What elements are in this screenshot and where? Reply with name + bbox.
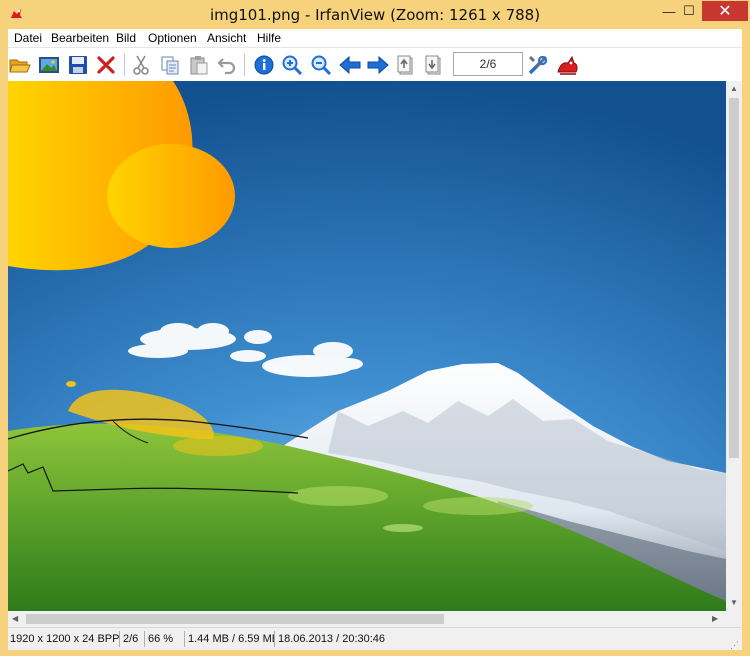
status-datetime: 18.06.2013 / 20:30:46 — [278, 633, 386, 645]
zoom-in-icon[interactable] — [280, 53, 304, 77]
status-page: 2/6 — [121, 631, 145, 647]
menu-bild[interactable]: Bild — [116, 31, 136, 45]
previous-icon[interactable] — [338, 53, 362, 77]
image-viewport[interactable] — [8, 81, 726, 611]
scroll-up-icon[interactable]: ▲ — [730, 84, 738, 93]
status-file-size: 1.44 MB / 6.59 MB — [188, 631, 275, 647]
irfanview-window: img101.png - IrfanView (Zoom: 1261 x 788… — [0, 0, 750, 656]
status-bar: 1920 x 1200 x 24 BPP 2/6 66 % 1.44 MB / … — [8, 627, 742, 650]
toolbar-separator — [124, 54, 125, 76]
maximize-button[interactable]: ☐ — [675, 1, 703, 21]
info-icon[interactable] — [252, 53, 276, 77]
open-folder-icon[interactable] — [8, 53, 32, 77]
scroll-left-icon[interactable]: ◀ — [12, 614, 18, 623]
resize-grip-icon[interactable]: ⋰ — [730, 640, 739, 651]
undo-icon[interactable] — [215, 53, 239, 77]
menu-bar: Datei Bearbeiten Bild Optionen Ansicht H… — [8, 29, 742, 47]
menu-optionen[interactable]: Optionen — [148, 31, 197, 45]
status-zoom: 66 % — [146, 631, 185, 647]
menu-hilfe[interactable]: Hilfe — [257, 31, 281, 45]
close-button[interactable]: ✕ — [702, 1, 748, 21]
menu-ansicht[interactable]: Ansicht — [207, 31, 246, 45]
settings-icon[interactable] — [526, 53, 550, 77]
scrollbar-corner — [726, 611, 742, 627]
page-up-icon[interactable] — [394, 53, 418, 77]
menu-bearbeiten[interactable]: Bearbeiten — [51, 31, 109, 45]
next-icon[interactable] — [366, 53, 390, 77]
displayed-image — [8, 81, 726, 611]
paste-icon[interactable] — [187, 53, 211, 77]
horizontal-scroll-thumb[interactable] — [26, 614, 444, 624]
scroll-down-icon[interactable]: ▼ — [730, 598, 738, 607]
toolbar-separator — [244, 54, 245, 76]
window-title: img101.png - IrfanView (Zoom: 1261 x 788… — [209, 6, 541, 24]
page-number-field[interactable]: 2/6 — [453, 52, 523, 76]
vertical-scroll-thumb[interactable] — [729, 98, 739, 458]
toolbar: 2/6 — [8, 47, 742, 82]
zoom-out-icon[interactable] — [309, 53, 333, 77]
irfanview-logo-icon[interactable] — [556, 53, 580, 77]
slideshow-icon[interactable] — [37, 53, 61, 77]
cut-icon[interactable] — [129, 53, 153, 77]
scroll-right-icon[interactable]: ▶ — [712, 614, 718, 623]
menu-datei[interactable]: Datei — [14, 31, 42, 45]
title-bar[interactable]: img101.png - IrfanView (Zoom: 1261 x 788… — [0, 0, 750, 29]
delete-icon[interactable] — [94, 53, 118, 77]
page-down-icon[interactable] — [422, 53, 446, 77]
copy-icon[interactable] — [158, 53, 182, 77]
status-dimensions: 1920 x 1200 x 24 BPP — [10, 631, 120, 647]
save-icon[interactable] — [66, 53, 90, 77]
